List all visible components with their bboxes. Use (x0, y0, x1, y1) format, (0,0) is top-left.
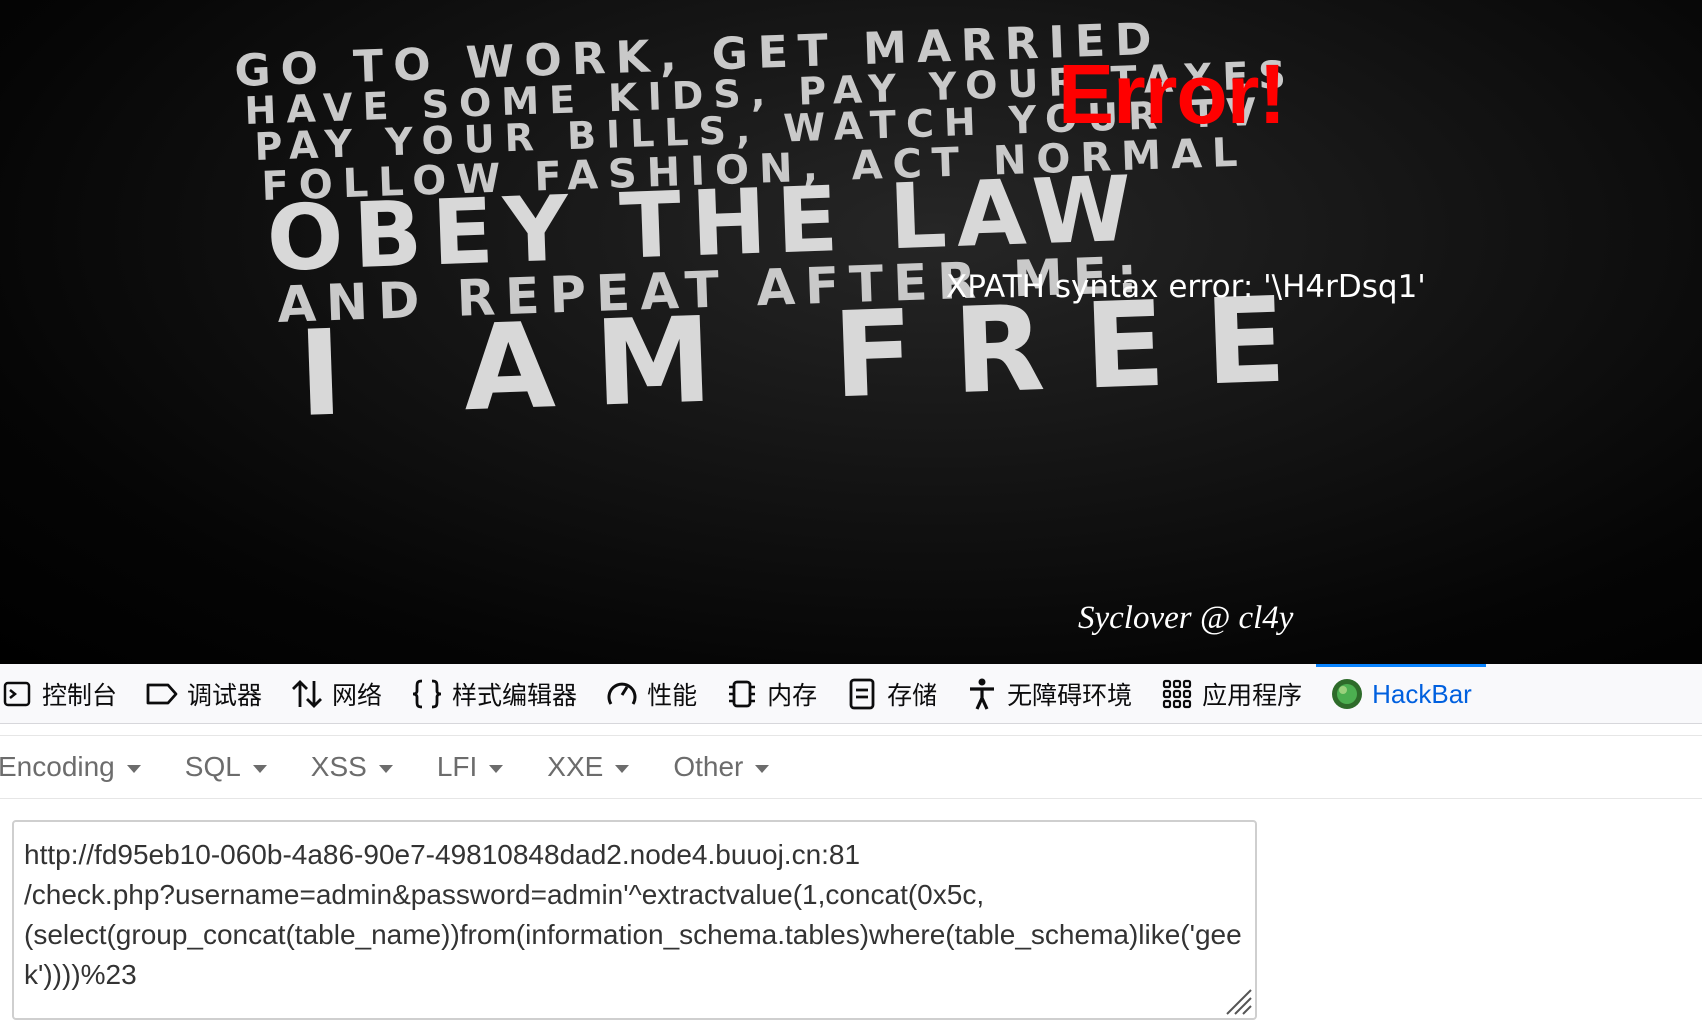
poster-background: GO TO WORK, GET MARRIED HAVE SOME KIDS, … (234, 14, 1328, 443)
tab-label: 存储 (887, 681, 938, 710)
hackbar-icon (1330, 677, 1364, 711)
error-message: XPATH syntax error: '\H4rDsq1' (946, 269, 1426, 305)
url-text-line: /check.php?username=admin&password=admin… (24, 879, 985, 910)
application-icon (1160, 677, 1194, 711)
url-text-line: k'))))%23 (24, 959, 137, 990)
debugger-icon (145, 677, 179, 711)
page-viewport: GO TO WORK, GET MARRIED HAVE SOME KIDS, … (0, 0, 1702, 664)
xss-menu[interactable]: XSS (289, 735, 415, 799)
tab-accessibility[interactable]: 无障碍环境 (951, 664, 1146, 724)
other-menu[interactable]: Other (651, 735, 791, 799)
caret-down-icon (615, 764, 630, 773)
caret-down-icon (755, 764, 770, 773)
devtools-tab-bar: 控制台 调试器 网络 样式编辑器 性能 内存 存储 无障碍环境 应用程序 Hac… (0, 664, 1702, 724)
tab-label: 网络 (332, 681, 383, 710)
tab-label: 控制台 (42, 681, 118, 710)
storage-icon (845, 677, 879, 711)
menu-label: Other (673, 751, 744, 782)
performance-icon (605, 677, 639, 711)
tab-label: 样式编辑器 (452, 681, 578, 710)
caret-down-icon (252, 764, 267, 773)
caret-down-icon (126, 764, 141, 773)
console-icon (0, 677, 34, 711)
tab-memory[interactable]: 内存 (711, 664, 831, 724)
tab-label: HackBar (1372, 678, 1472, 709)
tab-application[interactable]: 应用程序 (1146, 664, 1316, 724)
menu-label: LFI (436, 751, 478, 782)
tab-storage[interactable]: 存储 (831, 664, 951, 724)
url-textarea[interactable]: http://fd95eb10-060b-4a86-90e7-49810848d… (12, 820, 1257, 1020)
hackbar-menu-bar: Encoding SQL XSS LFI XXE Other (0, 735, 1702, 799)
menu-label: XSS (310, 751, 367, 782)
error-title: Error! (1058, 47, 1286, 141)
tab-debugger[interactable]: 调试器 (131, 664, 276, 724)
menu-label: SQL (184, 751, 241, 782)
tab-label: 应用程序 (1202, 681, 1303, 710)
sql-menu[interactable]: SQL (163, 735, 289, 799)
tab-hackbar[interactable]: HackBar (1316, 664, 1486, 724)
tab-label: 性能 (647, 681, 698, 710)
tab-performance[interactable]: 性能 (591, 664, 711, 724)
xxe-menu[interactable]: XXE (525, 735, 651, 799)
memory-icon (725, 677, 759, 711)
url-text-line: http://fd95eb10-060b-4a86-90e7-49810848d… (24, 839, 861, 870)
lfi-menu[interactable]: LFI (415, 735, 525, 799)
tab-network[interactable]: 网络 (276, 664, 396, 724)
network-icon (290, 677, 324, 711)
caret-down-icon (489, 764, 504, 773)
caret-down-icon (378, 764, 393, 773)
url-text-line: (select(group_concat(table_name))from(in… (24, 919, 1242, 950)
menu-label: XXE (547, 751, 604, 782)
signature-text: Syclover @ cl4y (1078, 600, 1294, 636)
tab-label: 调试器 (187, 681, 263, 710)
style-editor-icon (410, 677, 444, 711)
tab-label: 无障碍环境 (1007, 681, 1133, 710)
tab-style-editor[interactable]: 样式编辑器 (396, 664, 591, 724)
accessibility-icon (965, 677, 999, 711)
encoding-menu[interactable]: Encoding (0, 735, 163, 799)
menu-label: Encoding (0, 751, 115, 782)
tab-console[interactable]: 控制台 (0, 664, 131, 724)
tab-label: 内存 (767, 681, 818, 710)
resize-grip-icon[interactable] (1223, 986, 1253, 1016)
